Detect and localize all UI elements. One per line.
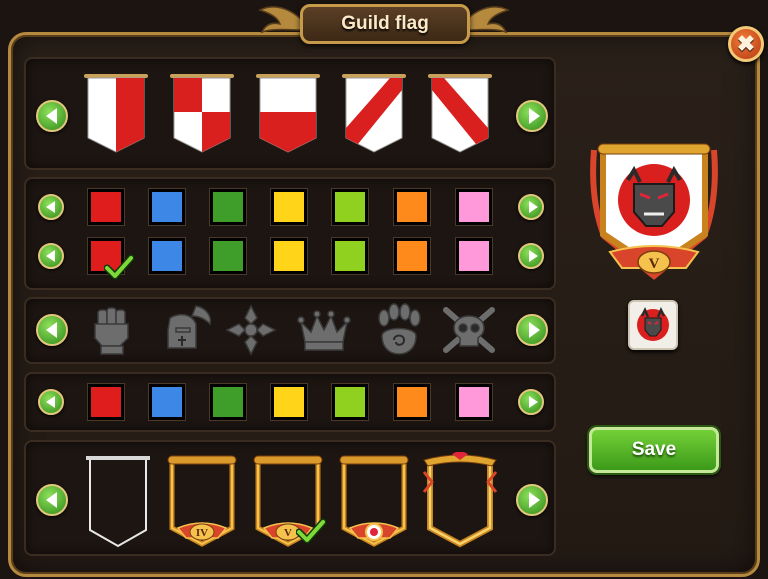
flag-shape-option[interactable] bbox=[82, 72, 150, 154]
flag-shape-option[interactable] bbox=[340, 72, 408, 154]
crown-icon[interactable] bbox=[295, 302, 353, 358]
flag-shape-option[interactable] bbox=[168, 72, 236, 154]
flag-preview: V bbox=[590, 143, 718, 280]
close-button[interactable]: ✖ bbox=[728, 26, 764, 62]
emblem-preview-box[interactable] bbox=[628, 300, 678, 350]
primary-color-next-button[interactable] bbox=[518, 194, 544, 220]
frame-option-ornate[interactable] bbox=[422, 452, 498, 552]
demon-mask-icon bbox=[637, 307, 669, 341]
flag-shape-next-button[interactable] bbox=[516, 100, 548, 132]
secondary-color-swatch[interactable] bbox=[394, 238, 430, 274]
emblem-color-swatch[interactable] bbox=[88, 384, 124, 420]
emblem-color-swatch[interactable] bbox=[149, 384, 185, 420]
primary-color-swatch[interactable] bbox=[88, 189, 124, 225]
cross-icon[interactable] bbox=[222, 302, 280, 358]
frame-iv-label: IV bbox=[196, 527, 208, 539]
emblem-color-swatch[interactable] bbox=[210, 384, 246, 420]
fist-icon[interactable] bbox=[84, 302, 142, 358]
checkmark-icon bbox=[104, 254, 134, 280]
secondary-color-swatch[interactable] bbox=[271, 238, 307, 274]
flag-shape-option[interactable] bbox=[254, 72, 322, 154]
emblem-color-swatch[interactable] bbox=[332, 384, 368, 420]
emblem-color-swatch[interactable] bbox=[271, 384, 307, 420]
save-button[interactable]: Save bbox=[589, 427, 719, 473]
emblem-prev-button[interactable] bbox=[36, 314, 68, 346]
window-title-plate: Guild flag bbox=[300, 4, 470, 44]
preview-rank-badge: V bbox=[649, 256, 660, 272]
frame-option-iv[interactable]: IV bbox=[164, 452, 240, 552]
secondary-color-swatch[interactable] bbox=[332, 238, 368, 274]
emblem-color-swatch[interactable] bbox=[456, 384, 492, 420]
window-title: Guild flag bbox=[341, 13, 429, 34]
checkmark-icon bbox=[296, 518, 326, 544]
close-icon: ✖ bbox=[736, 31, 756, 56]
emblem-next-button[interactable] bbox=[516, 314, 548, 346]
frame-option-gem[interactable] bbox=[336, 452, 412, 552]
primary-color-swatch[interactable] bbox=[332, 189, 368, 225]
primary-color-swatch[interactable] bbox=[456, 189, 492, 225]
skull-icon[interactable] bbox=[440, 302, 498, 358]
secondary-color-swatch[interactable] bbox=[456, 238, 492, 274]
emblem-color-prev-button[interactable] bbox=[38, 389, 64, 415]
frame-v-label: V bbox=[284, 527, 292, 539]
flag-shape-option[interactable] bbox=[426, 72, 494, 154]
primary-color-prev-button[interactable] bbox=[38, 194, 64, 220]
primary-color-swatch[interactable] bbox=[149, 189, 185, 225]
frame-option-plain[interactable] bbox=[80, 452, 156, 552]
winged-helmet-icon[interactable] bbox=[156, 302, 214, 358]
secondary-color-next-button[interactable] bbox=[518, 243, 544, 269]
title-wing-left-ornament bbox=[258, 6, 305, 34]
emblem-color-swatch[interactable] bbox=[394, 384, 430, 420]
save-button-label: Save bbox=[631, 439, 677, 460]
secondary-color-prev-button[interactable] bbox=[38, 243, 64, 269]
primary-color-swatch[interactable] bbox=[271, 189, 307, 225]
emblem-color-next-button[interactable] bbox=[518, 389, 544, 415]
primary-color-swatch[interactable] bbox=[394, 189, 430, 225]
secondary-color-swatch[interactable] bbox=[210, 238, 246, 274]
frame-prev-button[interactable] bbox=[36, 484, 68, 516]
primary-color-swatch[interactable] bbox=[210, 189, 246, 225]
flag-shape-prev-button[interactable] bbox=[36, 100, 68, 132]
secondary-color-swatch[interactable] bbox=[149, 238, 185, 274]
frame-next-button[interactable] bbox=[516, 484, 548, 516]
paw-icon[interactable] bbox=[370, 302, 428, 358]
